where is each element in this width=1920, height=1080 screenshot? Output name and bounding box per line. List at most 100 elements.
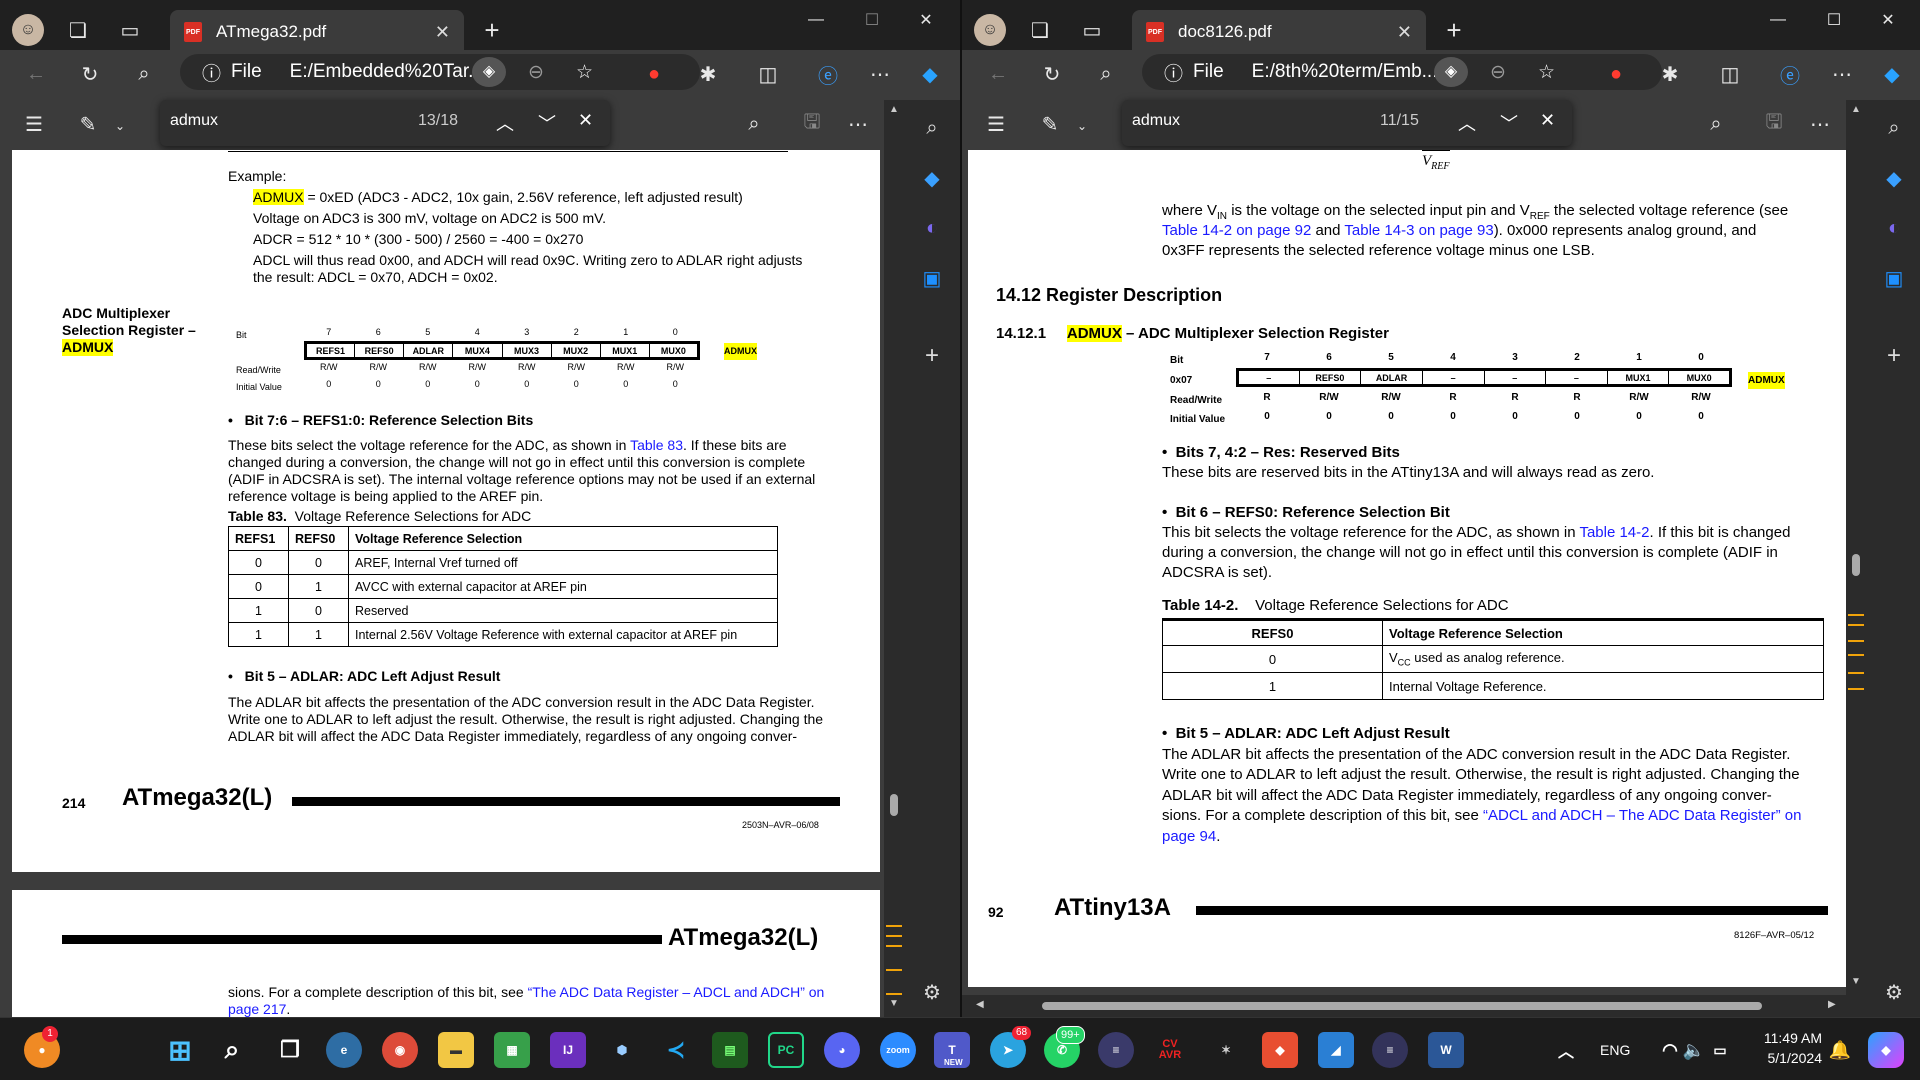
save-icon[interactable]: 🖫 <box>1758 108 1790 140</box>
horizontal-scrollbar[interactable]: ◀ ▶ <box>962 995 1866 1017</box>
extensions-icon[interactable]: ✱ <box>1654 58 1686 90</box>
sidebar-outlook-icon[interactable]: ▣ <box>1878 262 1910 294</box>
tab-atmega32[interactable]: PDF ATmega32.pdf ✕ <box>170 10 464 54</box>
find-next-icon[interactable]: ﹀ <box>538 110 556 136</box>
sidebar-add-icon[interactable]: + <box>916 340 948 372</box>
discord-icon[interactable]: ◕ <box>824 1032 860 1068</box>
search-icon[interactable]: ⌕ <box>128 58 160 90</box>
network-app-icon[interactable]: ✶ <box>1208 1032 1244 1068</box>
close-window-icon[interactable]: ✕ <box>1872 4 1904 36</box>
tray-chevron-icon[interactable]: ︿ <box>1548 1032 1584 1068</box>
word-icon[interactable]: W <box>1428 1032 1464 1068</box>
clock-date[interactable]: 5/1/2024 <box>1752 1050 1823 1066</box>
page217-link[interactable]: page 217 <box>228 1001 286 1017</box>
scroll-down-icon[interactable]: ▼ <box>1851 976 1861 987</box>
zoom-icon[interactable]: ⊖ <box>1490 61 1506 84</box>
vertical-scrollbar[interactable]: ▲ ▼ <box>1846 100 1866 995</box>
terminal-app-icon[interactable]: ▤ <box>712 1032 748 1068</box>
workspaces-icon[interactable]: ❏ <box>1024 14 1056 46</box>
scroll-thumb[interactable] <box>890 794 898 816</box>
zoom-icon[interactable]: zoom <box>880 1032 916 1068</box>
sidebar-settings-icon[interactable]: ⚙ <box>916 976 948 1008</box>
page94-link[interactable]: page 94 <box>1162 828 1216 845</box>
favorite-icon[interactable]: ☆ <box>1538 61 1555 84</box>
extension-shield-icon[interactable]: ● <box>638 58 670 90</box>
notifications-bell-icon[interactable]: 🔔 <box>1822 1032 1858 1068</box>
save-icon[interactable]: 🖫 <box>796 108 828 140</box>
workspaces-icon[interactable]: ❏ <box>62 14 94 46</box>
address-bar[interactable]: ⓘ File E:/8th%20term/Emb... ◈ ⊖ ☆ <box>1142 54 1662 90</box>
language-indicator[interactable]: ENG <box>1600 1042 1630 1058</box>
collections-icon[interactable]: ⓔ <box>1774 58 1806 90</box>
pdf-more-icon[interactable]: ⋯ <box>1804 108 1836 140</box>
scroll-up-icon[interactable]: ▲ <box>889 104 899 115</box>
find-prev-icon[interactable]: ︿ <box>1458 110 1476 136</box>
sidebar-games-icon[interactable]: ◐ <box>1878 212 1910 244</box>
minimize-icon[interactable]: — <box>800 4 832 36</box>
multicolor-app-icon[interactable]: ▦ <box>494 1032 530 1068</box>
chevron-down-icon[interactable]: ⌄ <box>104 110 136 142</box>
tab-actions-icon[interactable]: ▭ <box>114 14 146 46</box>
sidebar-tag-icon[interactable]: ◆ <box>1878 162 1910 194</box>
sidebar-outlook-icon[interactable]: ▣ <box>916 262 948 294</box>
sidebar-settings-icon[interactable]: ⚙ <box>1878 976 1910 1008</box>
find-input[interactable]: admux <box>1132 112 1180 130</box>
media-player-icon[interactable]: ≡ <box>1372 1032 1408 1068</box>
table14-3-link[interactable]: Table 14-3 on page 93 <box>1344 222 1493 239</box>
contents-icon[interactable]: ☰ <box>980 108 1012 140</box>
vertical-scrollbar[interactable]: ▲ ▼ <box>884 100 904 1017</box>
refresh-icon[interactable]: ↻ <box>1036 58 1068 90</box>
tab-doc8126[interactable]: PDF doc8126.pdf ✕ <box>1132 10 1426 54</box>
pdf-more-icon[interactable]: ⋯ <box>842 108 874 140</box>
close-window-icon[interactable]: ✕ <box>910 4 942 36</box>
extensions-icon[interactable]: ✱ <box>692 58 724 90</box>
split-screen-icon[interactable]: ◫ <box>752 58 784 90</box>
new-tab-icon[interactable]: + <box>1438 14 1470 46</box>
find-next-icon[interactable]: ﹀ <box>1500 110 1518 136</box>
profile-avatar[interactable]: ☺ <box>974 14 1006 46</box>
search-icon[interactable]: ⌕ <box>214 1032 250 1068</box>
maximize-icon[interactable]: ☐ <box>1818 4 1850 36</box>
address-bar[interactable]: ⓘ File E:/Embedded%20Tar... ◈ ⊖ ☆ <box>180 54 700 90</box>
collections-icon[interactable]: ⓔ <box>812 58 844 90</box>
cvavr-icon[interactable]: CV AVR <box>1152 1032 1188 1068</box>
table14-2-link[interactable]: Table 14-2 <box>1579 524 1649 541</box>
search-icon[interactable]: ⌕ <box>1090 58 1122 90</box>
scroll-down-icon[interactable]: ▼ <box>889 998 899 1009</box>
minimize-icon[interactable]: — <box>1762 4 1794 36</box>
draw-icon[interactable]: ✎ <box>72 108 104 140</box>
more-icon[interactable]: ⋯ <box>864 58 896 90</box>
chevron-down-icon[interactable]: ⌄ <box>1066 110 1098 142</box>
pdf-search-icon[interactable]: ⌕ <box>1700 108 1732 140</box>
find-close-icon[interactable]: ✕ <box>1540 110 1555 131</box>
copilot-taskbar-icon[interactable]: ◆ <box>1868 1032 1904 1068</box>
find-prev-icon[interactable]: ︿ <box>496 110 514 136</box>
back-icon[interactable]: ← <box>982 58 1014 90</box>
media-app-icon[interactable]: ≡ <box>1098 1032 1134 1068</box>
git-icon[interactable]: ◆ <box>1262 1032 1298 1068</box>
task-view-icon[interactable]: ❐ <box>272 1032 308 1068</box>
sidebar-add-icon[interactable]: + <box>1878 340 1910 372</box>
start-icon[interactable]: ⊞ <box>162 1032 198 1068</box>
tab-actions-icon[interactable]: ▭ <box>1076 14 1108 46</box>
find-input[interactable]: admux <box>170 112 218 130</box>
adc-data-register-link[interactable]: “The ADC Data Register – ADCL and ADCH” … <box>528 984 825 1000</box>
contents-icon[interactable]: ☰ <box>18 108 50 140</box>
close-tab-icon[interactable]: ✕ <box>1397 22 1412 43</box>
split-screen-icon[interactable]: ◫ <box>1714 58 1746 90</box>
sidebar-games-icon[interactable]: ◐ <box>916 212 948 244</box>
clock-time[interactable]: 11:49 AM <box>1752 1030 1822 1046</box>
sidebar-search-icon[interactable]: ⌕ <box>1878 112 1910 144</box>
scroll-right-icon[interactable]: ▶ <box>1828 999 1836 1010</box>
draw-icon[interactable]: ✎ <box>1034 108 1066 140</box>
maximize-icon[interactable]: ☐ <box>856 4 888 36</box>
new-tab-icon[interactable]: + <box>476 14 508 46</box>
adcl-adch-link[interactable]: “ADCL and ADCH – The ADC Data Register” … <box>1483 807 1801 824</box>
favorite-icon[interactable]: ☆ <box>576 61 593 84</box>
sidebar-tag-icon[interactable]: ◆ <box>916 162 948 194</box>
paint-app-icon[interactable]: ◢ <box>1318 1032 1354 1068</box>
refresh-icon[interactable]: ↻ <box>74 58 106 90</box>
close-tab-icon[interactable]: ✕ <box>435 22 450 43</box>
back-icon[interactable]: ← <box>20 58 52 90</box>
battery-icon[interactable]: ▭ <box>1702 1032 1738 1068</box>
